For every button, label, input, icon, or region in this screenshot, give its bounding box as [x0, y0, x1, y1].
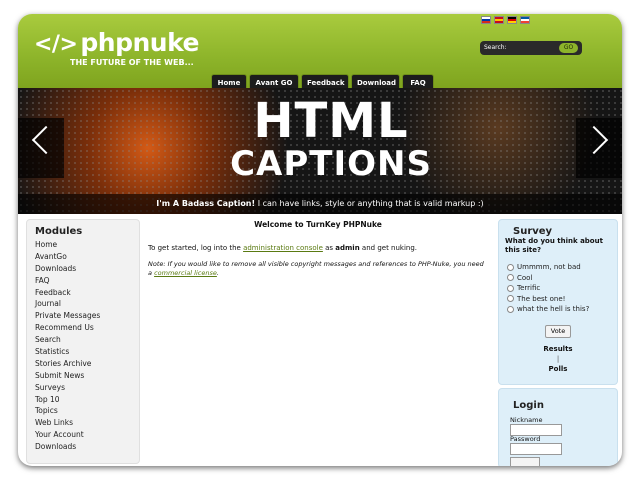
german-flag-icon[interactable] [507, 16, 517, 24]
survey-option-label: what the hell is this? [517, 305, 590, 313]
modules-title: Modules [35, 226, 83, 237]
radio-icon[interactable] [507, 274, 514, 281]
caption-text: I can have links, style or anything that… [255, 199, 484, 208]
results-separator: | [556, 355, 560, 363]
intro-pre: To get started, log into the [148, 244, 244, 252]
module-link[interactable]: Statistics [35, 346, 100, 358]
survey-option[interactable]: Terrific [507, 283, 589, 294]
survey-option-label: Terrific [517, 284, 541, 292]
intro-post: and get nuking. [359, 244, 418, 252]
survey-option[interactable]: Cool [507, 273, 589, 284]
caption-bold: I'm A Badass Caption! [156, 199, 256, 208]
intro-mid: as [322, 244, 336, 252]
search-label: Search: [484, 44, 507, 51]
radio-icon[interactable] [507, 295, 514, 302]
commercial-license-link[interactable]: commercial license [154, 269, 217, 277]
russian-flag-icon[interactable] [481, 16, 491, 24]
vote-button[interactable]: Vote [545, 325, 571, 338]
banner-title-line2: CAPTIONS [230, 144, 432, 184]
search-box[interactable]: Search: GO [480, 41, 582, 55]
module-link[interactable]: Downloads [35, 441, 100, 453]
slider-next-button[interactable] [576, 118, 622, 178]
tagline: THE FUTURE OF THE WEB... [70, 58, 194, 67]
module-link[interactable]: Topics [35, 405, 100, 417]
polls-link[interactable]: Polls [499, 365, 617, 373]
survey-option[interactable]: what the hell is this? [507, 304, 589, 315]
module-link[interactable]: Recommend Us [35, 322, 100, 334]
welcome-title: Welcome to TurnKey PHPNuke [254, 220, 382, 229]
login-title: Login [513, 400, 544, 411]
french-flag-icon[interactable] [520, 16, 530, 24]
note-post: . [216, 269, 219, 277]
banner-caption: I'm A Badass Caption! I can have links, … [18, 194, 622, 214]
main-content: Welcome to TurnKey PHPNuke To get starte… [143, 214, 493, 466]
survey-title: Survey [513, 226, 553, 237]
module-link[interactable]: Search [35, 334, 100, 346]
modules-panel: Modules Home AvantGo Downloads FAQ Feedb… [26, 219, 140, 464]
chevron-right-icon [579, 125, 609, 155]
survey-panel: Survey What do you think about this site… [498, 219, 618, 385]
results-link[interactable]: Results [499, 345, 617, 353]
license-note: Note: If you would like to remove all vi… [148, 260, 488, 278]
module-link[interactable]: Web Links [35, 417, 100, 429]
module-link[interactable]: Private Messages [35, 310, 100, 322]
survey-options: Ummmm, not bad Cool Terrific The best on… [507, 262, 589, 315]
module-link[interactable]: AvantGo [35, 251, 100, 263]
admin-console-link[interactable]: administration console [243, 244, 323, 252]
survey-option[interactable]: Ummmm, not bad [507, 262, 589, 273]
main-nav: Home Avant GO Feedback Download FAQ [211, 70, 436, 92]
banner-title: HTML CAPTIONS [226, 96, 436, 182]
module-link[interactable]: Surveys [35, 382, 100, 394]
module-link[interactable]: Home [35, 239, 100, 251]
radio-icon[interactable] [507, 305, 514, 313]
module-link[interactable]: Downloads [35, 263, 100, 275]
nickname-label: Nickname [510, 416, 543, 424]
logo-text: phpnuke [80, 28, 200, 57]
survey-option[interactable]: The best one! [507, 294, 589, 305]
survey-option-label: Ummmm, not bad [517, 263, 581, 271]
survey-option-label: Cool [517, 273, 533, 282]
site-logo[interactable]: </> phpnuke [34, 28, 200, 57]
language-flags [481, 16, 533, 24]
site-header: </> phpnuke THE FUTURE OF THE WEB... Sear… [18, 14, 622, 92]
module-link[interactable]: Top 10 [35, 394, 100, 406]
code-bracket-icon: </> [34, 32, 78, 57]
module-link[interactable]: Your Account [35, 429, 100, 441]
modules-list: Home AvantGo Downloads FAQ Feedback Jour… [35, 239, 100, 453]
search-go-button[interactable]: GO [559, 43, 578, 53]
chevron-left-icon [31, 125, 61, 155]
password-input[interactable] [510, 443, 562, 455]
slider-prev-button[interactable] [18, 118, 64, 178]
module-link[interactable]: Submit News [35, 370, 100, 382]
spanish-flag-icon[interactable] [494, 16, 504, 24]
password-label: Password [510, 435, 541, 443]
intro-user: admin [335, 244, 360, 252]
banner-slider: HTML CAPTIONS I'm A Badass Caption! I ca… [18, 88, 622, 214]
module-link[interactable]: Stories Archive [35, 358, 100, 370]
radio-icon[interactable] [507, 284, 514, 292]
survey-option-label: The best one! [517, 294, 566, 303]
browser-frame: </> phpnuke THE FUTURE OF THE WEB... Sear… [18, 14, 622, 466]
login-panel: Login Nickname Password [498, 388, 618, 466]
survey-question: What do you think about this site? [505, 237, 603, 254]
module-link[interactable]: FAQ [35, 275, 100, 287]
intro-text: To get started, log into the administrat… [148, 243, 488, 254]
banner-title-line1: HTML [253, 93, 409, 149]
module-link[interactable]: Feedback [35, 287, 100, 299]
login-button[interactable] [510, 457, 540, 466]
module-link[interactable]: Journal [35, 298, 100, 310]
radio-icon[interactable] [507, 263, 514, 271]
